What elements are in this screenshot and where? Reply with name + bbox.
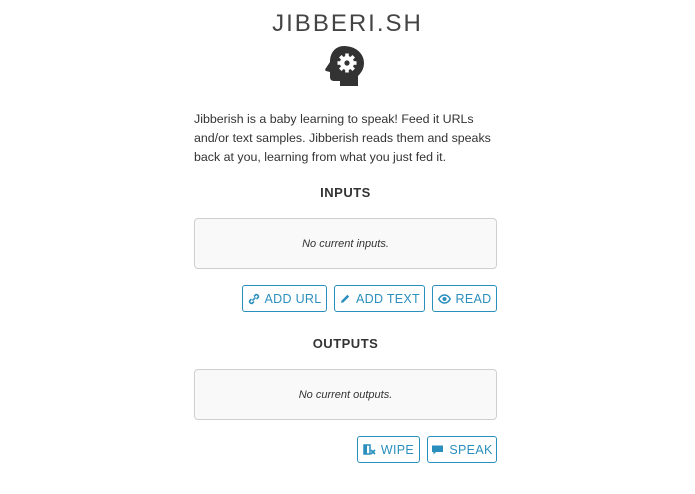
wipe-button[interactable]: WIPE: [357, 436, 420, 463]
speak-button[interactable]: SPEAK: [427, 436, 497, 463]
eye-icon: [437, 293, 451, 304]
add-url-button[interactable]: ADD URL: [242, 285, 327, 312]
app-description: Jibberish is a baby learning to speak! F…: [194, 112, 491, 164]
speech-bubble-icon: [432, 445, 444, 454]
pencil-icon: [341, 294, 350, 303]
read-button[interactable]: READ: [432, 285, 497, 312]
eraser-icon: [363, 444, 376, 455]
outputs-empty-text: No current outputs.: [298, 388, 393, 401]
link-icon: [248, 293, 259, 304]
outputs-panel: No current outputs.: [194, 369, 497, 420]
inputs-empty-text: No current inputs.: [302, 237, 389, 250]
page: JIBBERI.SH Jibberish is a baby learning …: [0, 0, 695, 494]
speak-label: SPEAK: [449, 442, 493, 457]
head-gear-icon: [325, 46, 364, 86]
inputs-heading: INPUTS: [320, 185, 371, 200]
wipe-label: WIPE: [380, 442, 415, 457]
add-url-label: ADD URL: [264, 291, 322, 306]
add-text-label: ADD TEXT: [356, 291, 420, 306]
read-label: READ: [455, 291, 492, 306]
inputs-panel: No current inputs.: [194, 218, 497, 269]
add-text-button[interactable]: ADD TEXT: [334, 285, 425, 312]
outputs-heading: OUTPUTS: [312, 336, 379, 351]
app-title: JIBBERI.SH: [272, 10, 423, 37]
